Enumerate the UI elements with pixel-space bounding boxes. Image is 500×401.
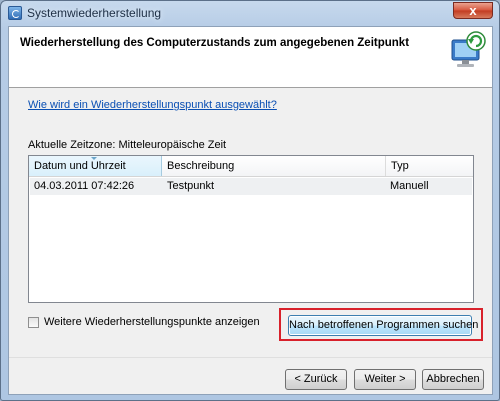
restore-points-list[interactable]: Datum und Uhrzeit Beschreibung Typ 04.03…	[28, 155, 474, 303]
close-button[interactable]: x	[453, 2, 493, 19]
timezone-label: Aktuelle Zeitzone: Mitteleuropäische Zei…	[28, 139, 227, 151]
cell-date: 04.03.2011 07:42:26	[34, 180, 135, 192]
column-header-date-label: Datum und Uhrzeit	[34, 160, 126, 172]
column-header-description[interactable]: Beschreibung	[162, 156, 386, 176]
footer-divider	[9, 357, 492, 358]
dialog-client-area: Wiederherstellung des Computerzustands z…	[8, 26, 493, 395]
cell-description: Testpunkt	[167, 180, 215, 192]
system-restore-window: Systemwiederherstellung x Wiederherstell…	[0, 0, 500, 401]
sort-arrow-icon	[91, 157, 97, 160]
column-header-date[interactable]: Datum und Uhrzeit	[29, 156, 162, 176]
page-title: Wiederherstellung des Computerzustands z…	[20, 37, 410, 49]
column-header-type[interactable]: Typ	[386, 156, 473, 176]
scan-affected-programs-button[interactable]: Nach betroffenen Programmen suchen	[288, 315, 478, 336]
system-restore-icon	[451, 31, 486, 67]
cell-type: Manuell	[390, 180, 429, 192]
title-bar[interactable]: Systemwiederherstellung x	[1, 1, 499, 25]
help-link-restore-point[interactable]: Wie wird ein Wiederherstellungspunkt aus…	[28, 99, 277, 111]
list-header: Datum und Uhrzeit Beschreibung Typ	[29, 156, 473, 177]
window-title: Systemwiederherstellung	[27, 6, 162, 20]
back-button[interactable]: < Zurück	[285, 369, 347, 390]
more-points-checkbox[interactable]	[28, 317, 39, 328]
column-header-description-label: Beschreibung	[167, 160, 235, 172]
next-button[interactable]: Weiter >	[354, 369, 416, 390]
table-row[interactable]: 04.03.2011 07:42:26 Testpunkt Manuell	[30, 178, 472, 195]
column-header-type-label: Typ	[391, 160, 409, 172]
cancel-button[interactable]: Abbrechen	[422, 369, 484, 390]
more-points-label: Weitere Wiederherstellungspunkte anzeige…	[44, 316, 260, 328]
header-panel: Wiederherstellung des Computerzustands z…	[9, 27, 492, 88]
system-restore-app-icon	[8, 6, 22, 20]
